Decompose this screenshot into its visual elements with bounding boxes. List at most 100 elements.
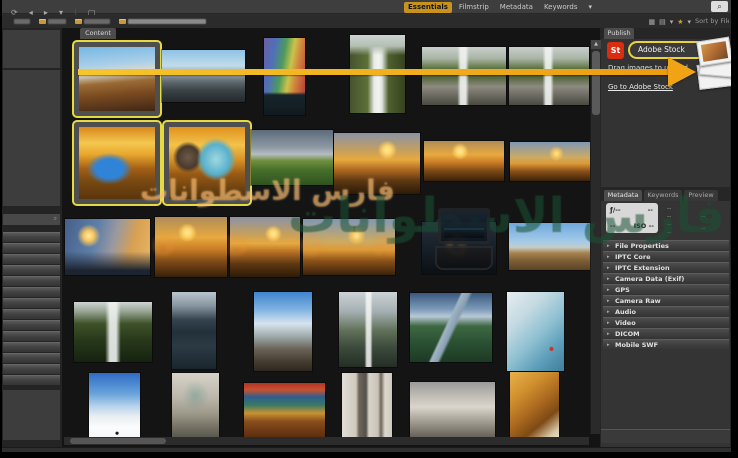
annotation-arrow-head [668, 57, 696, 87]
thumbnail-rainbow[interactable] [264, 38, 305, 115]
section-camera-data[interactable]: ▸Camera Data (Exif) [603, 273, 729, 283]
filter-row[interactable] [3, 375, 60, 385]
thumbnail-city-sunset[interactable] [424, 141, 504, 181]
exposure-value: -- [610, 222, 615, 230]
scroll-up-icon[interactable]: ▲ [591, 40, 601, 49]
thumbnail-waterfall-dark[interactable] [74, 302, 152, 362]
workspace-tab-essentials[interactable]: Essentials [404, 2, 452, 13]
grid-chevron-icon[interactable]: ▾ [670, 16, 674, 28]
thumbnail-green-hills[interactable] [251, 130, 333, 185]
bridge-window: ⟳ ◂ ▸ ▾ | ▢ Essentials Filmstrip Metadat… [2, 0, 731, 452]
thumbnail-city-sunset[interactable] [155, 217, 227, 277]
breadcrumb[interactable] [14, 19, 215, 24]
detail-grid-icon[interactable]: ▤ [659, 16, 666, 28]
keywords-tab[interactable]: Keywords [644, 190, 682, 201]
thumbnail-waterfall-wide[interactable] [422, 47, 506, 105]
caret-right-icon: ▸ [607, 263, 610, 273]
section-file-properties[interactable]: ▸File Properties [603, 240, 729, 250]
content-panel: Content [62, 28, 602, 447]
thumbnail-lake-reflection[interactable] [172, 292, 216, 369]
thumbnail-mountains[interactable] [162, 50, 245, 102]
thumbnail-golden-roof[interactable] [510, 372, 559, 442]
filter-row[interactable] [3, 265, 60, 275]
workspace-tab-filmstrip[interactable]: Filmstrip [455, 2, 493, 13]
section-dicom[interactable]: ▸DICOM [603, 328, 729, 338]
filter-row[interactable] [3, 342, 60, 352]
filter-row[interactable] [3, 254, 60, 264]
search-icon: ⌕ [717, 2, 721, 11]
caret-right-icon: ▸ [607, 296, 610, 306]
horizontal-scrollbar[interactable] [64, 437, 589, 445]
breadcrumb-item[interactable] [119, 19, 206, 24]
thumbnail-stone-balustrade[interactable] [410, 382, 495, 439]
filter-row[interactable] [3, 364, 60, 374]
thumbnail-glacier-climber[interactable] [507, 292, 564, 371]
filter-row[interactable] [3, 309, 60, 319]
filter-row[interactable] [3, 232, 60, 242]
vertical-scroll-thumb[interactable] [592, 51, 600, 115]
thumbnail-city-sunset[interactable] [334, 133, 420, 194]
preview-tab[interactable]: Preview [684, 190, 718, 201]
section-mobile-swf[interactable]: ▸Mobile SWF [603, 339, 729, 349]
section-gps[interactable]: ▸GPS [603, 284, 729, 294]
thumbnail-temple-wall[interactable] [244, 383, 325, 441]
section-video[interactable]: ▸Video [603, 317, 729, 327]
filter-row[interactable] [3, 287, 60, 297]
funnel-icon: ⌕ [54, 215, 57, 223]
breadcrumb-item[interactable] [14, 19, 30, 24]
thumbnail-lion-statue[interactable] [172, 373, 219, 443]
vertical-scrollbar[interactable]: ▲ [590, 40, 600, 434]
favorites-panel[interactable] [3, 30, 60, 68]
rating-star-icon[interactable]: ★ [677, 16, 683, 28]
section-camera-raw[interactable]: ▸Camera Raw [603, 295, 729, 305]
workspace-tab-keywords[interactable]: Keywords [540, 2, 582, 13]
thumbnail-misty-waterfall[interactable] [339, 292, 397, 367]
metadata-tab[interactable]: Metadata [604, 190, 642, 201]
filter-row[interactable] [3, 331, 60, 341]
caret-right-icon: ▸ [607, 340, 610, 350]
thumbnail-grid-icon[interactable]: ▦ [648, 16, 655, 28]
filter-row[interactable] [3, 243, 60, 253]
caret-right-icon: ▸ [607, 274, 610, 284]
thumbnail-city-sunset[interactable] [303, 219, 395, 275]
thumbnail-iceberg-selected[interactable] [72, 120, 162, 206]
metadata-value: -- [701, 225, 705, 232]
thumbnail-desert-hills[interactable] [509, 223, 595, 270]
workspace-tab-metadata[interactable]: Metadata [496, 2, 537, 13]
thumbnail-lattice-window[interactable] [342, 373, 392, 442]
filter-header[interactable]: ⌕ [3, 214, 60, 225]
export-panel[interactable] [3, 390, 60, 440]
thumbnail-waterfall-wide[interactable] [509, 47, 589, 105]
thumbnail-city-sunset[interactable] [510, 142, 590, 181]
right-panel: Publish St Adobe Stock Drag images to up… [600, 28, 731, 447]
thumbnail-desert-selected[interactable] [72, 40, 162, 118]
filter-row[interactable] [3, 353, 60, 363]
section-audio[interactable]: ▸Audio [603, 306, 729, 316]
panel-footer [601, 429, 730, 443]
folders-panel[interactable] [3, 70, 60, 206]
thumbnail-dark[interactable] [422, 222, 496, 274]
workspace-chevron-icon[interactable]: ▾ [584, 2, 596, 13]
filter-row[interactable] [3, 276, 60, 286]
go-to-adobe-stock-link[interactable]: Go to Adobe Stock [608, 83, 673, 91]
filter-row[interactable] [3, 298, 60, 308]
section-iptc-extension[interactable]: ▸IPTC Extension [603, 262, 729, 272]
thumbnail-iceberg2-selected[interactable] [162, 120, 252, 206]
adobe-stock-icon[interactable]: St [607, 42, 624, 59]
search-input[interactable]: ⌕ [711, 1, 728, 12]
breadcrumb-item[interactable] [39, 19, 66, 24]
publish-tab[interactable]: Publish [604, 28, 634, 39]
thumbnail-boardwalk[interactable] [410, 293, 492, 362]
section-iptc-core[interactable]: ▸IPTC Core [603, 251, 729, 261]
breadcrumb-item[interactable] [75, 19, 110, 24]
filter-row[interactable] [3, 320, 60, 330]
thumbnail-city-dusk[interactable] [65, 219, 150, 275]
aperture-value: ƒ/-- [610, 206, 621, 214]
horizontal-scroll-thumb[interactable] [70, 438, 166, 444]
thumbnail-city-sunset[interactable] [230, 217, 300, 277]
content-tab[interactable]: Content [80, 28, 116, 39]
thumbnail-lake-tree[interactable] [254, 292, 312, 371]
sort-by-label[interactable]: Sort by Filename [695, 15, 729, 28]
thumbnail-snow-mountain[interactable] [89, 373, 140, 443]
rating-chevron-icon[interactable]: ▾ [687, 16, 691, 28]
